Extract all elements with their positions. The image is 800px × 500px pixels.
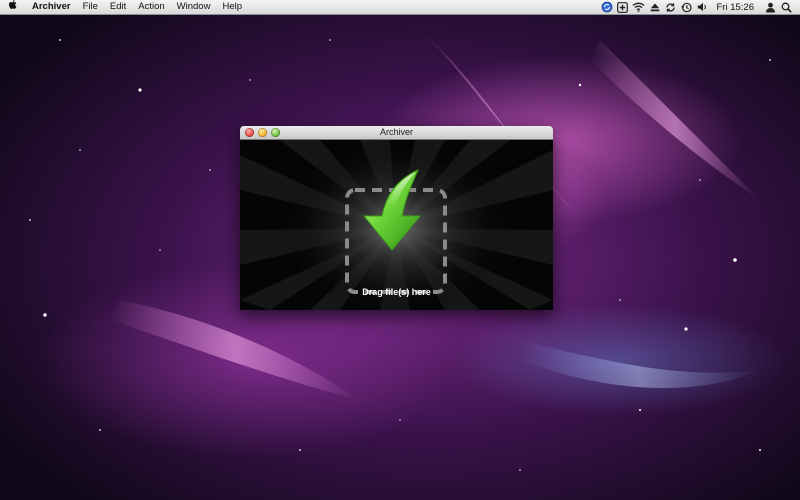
wifi-icon[interactable]: [631, 0, 647, 14]
menu-window[interactable]: Window: [171, 0, 217, 14]
volume-icon[interactable]: [695, 0, 711, 14]
apple-icon[interactable]: [0, 0, 26, 15]
sync-icon[interactable]: [599, 0, 615, 14]
drop-zone-art: [240, 140, 553, 310]
drop-label: Drag file(s) here: [362, 287, 431, 297]
menu-bar: Archiver File Edit Action Window Help Fr…: [0, 0, 800, 15]
menu-help[interactable]: Help: [216, 0, 248, 14]
status-menus: Fri 15:26: [599, 0, 800, 14]
window-title: Archiver: [379, 127, 413, 137]
refresh-icon[interactable]: [663, 0, 679, 14]
menu-archiver[interactable]: Archiver: [26, 0, 77, 14]
desktop: Archiver File Edit Action Window Help Fr…: [0, 0, 800, 500]
user-icon[interactable]: [762, 0, 778, 14]
menu-edit[interactable]: Edit: [104, 0, 132, 14]
plus-box-icon[interactable]: [615, 0, 631, 14]
archiver-window: Archiver Drag file(s) here: [240, 126, 553, 310]
menu-file[interactable]: File: [77, 0, 104, 14]
time-machine-icon[interactable]: [679, 0, 695, 14]
menubar-clock[interactable]: Fri 15:26: [711, 2, 763, 13]
menu-action[interactable]: Action: [132, 0, 170, 14]
eject-icon[interactable]: [647, 0, 663, 14]
drop-zone[interactable]: Drag file(s) here: [240, 140, 553, 310]
search-icon[interactable]: [778, 0, 794, 14]
window-titlebar[interactable]: Archiver: [240, 126, 553, 140]
